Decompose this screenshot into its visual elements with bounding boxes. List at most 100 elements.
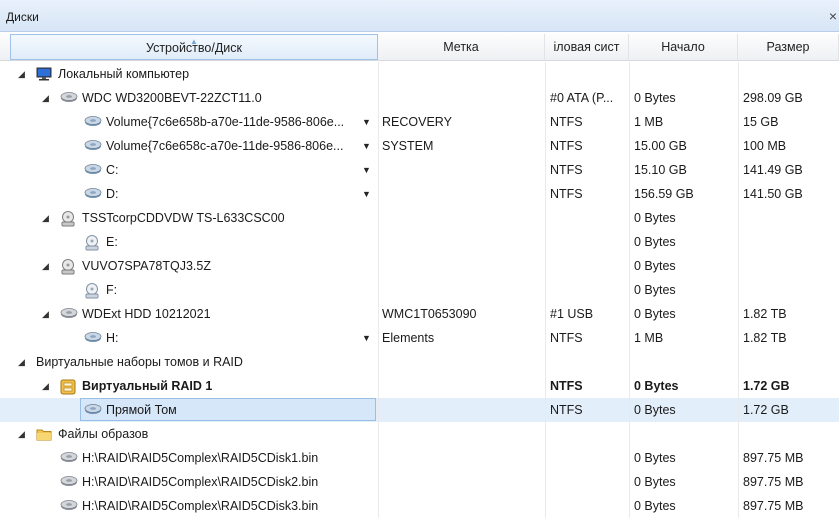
- volume-dropdown-icon[interactable]: ▼: [362, 326, 371, 350]
- tree-row[interactable]: E: 0 Bytes: [0, 230, 839, 254]
- cell-fs: NTFS: [550, 187, 583, 201]
- optical-drive-icon: [60, 211, 76, 227]
- cell-fs: NTFS: [550, 139, 583, 153]
- tree-row[interactable]: ◢ Локальный компьютер: [0, 62, 839, 86]
- expand-collapse-icon[interactable]: ◢: [42, 374, 49, 398]
- expand-collapse-icon[interactable]: ◢: [42, 302, 49, 326]
- expand-collapse-icon[interactable]: ◢: [18, 422, 25, 446]
- column-divider: [738, 134, 739, 158]
- panel-title: Диски: [6, 10, 39, 24]
- volume-dropdown-icon[interactable]: ▼: [362, 158, 371, 182]
- cell-size: 141.50 GB: [743, 187, 803, 201]
- cell-size: 141.49 GB: [743, 163, 803, 177]
- device-name: H:\RAID\RAID5Complex\RAID5CDisk3.bin: [82, 499, 319, 513]
- device-name: Прямой Том: [106, 403, 177, 417]
- expand-collapse-icon[interactable]: ◢: [18, 350, 25, 374]
- column-divider: [378, 398, 379, 422]
- cell-start: 0 Bytes: [634, 91, 676, 105]
- cell-start: 0 Bytes: [634, 403, 676, 417]
- column-divider: [738, 470, 739, 494]
- column-divider: [545, 350, 546, 374]
- cell-size: 897.75 MB: [743, 451, 804, 465]
- cell-label: [382, 254, 542, 278]
- volume-dropdown-icon[interactable]: ▼: [362, 134, 371, 158]
- column-divider: [545, 494, 546, 518]
- tree-row[interactable]: ◢ VUVO7SPA78TQJ3.5Z 0 Bytes: [0, 254, 839, 278]
- column-divider: [629, 86, 630, 110]
- tree-row[interactable]: Прямой Том NTFS 0 Bytes 1.72 GB: [0, 398, 839, 422]
- tree-row[interactable]: Volume{7c6e658c-a70e-11de-9586-806e... ▼ S…: [0, 134, 839, 158]
- optical-drive-icon: [60, 259, 76, 275]
- tree-row[interactable]: H:\RAID\RAID5Complex\RAID5CDisk1.bin 0 By…: [0, 446, 839, 470]
- tree-row[interactable]: F: 0 Bytes: [0, 278, 839, 302]
- optical-volume-icon: [84, 283, 100, 299]
- column-divider: [378, 350, 379, 374]
- hard-disk-icon: [60, 91, 78, 105]
- tree-row[interactable]: ◢ Файлы образов: [0, 422, 839, 446]
- column-divider: [738, 350, 739, 374]
- cell-start: 156.59 GB: [634, 187, 694, 201]
- column-divider: [378, 86, 379, 110]
- column-divider: [738, 62, 739, 86]
- hard-disk-icon: [60, 307, 78, 321]
- column-header-start[interactable]: Начало: [629, 34, 738, 60]
- column-divider: [629, 182, 630, 206]
- tree-row[interactable]: D: ▼ NTFS 156.59 GB 141.50 GB: [0, 182, 839, 206]
- close-icon[interactable]: ×: [829, 8, 837, 24]
- cell-fs: [550, 350, 628, 374]
- tree-row[interactable]: ◢ TSSTcorpCDDVDW TS-L633CSC00 0 Bytes: [0, 206, 839, 230]
- column-divider: [378, 62, 379, 86]
- volume-dropdown-icon[interactable]: ▼: [362, 110, 371, 134]
- column-divider: [629, 110, 630, 134]
- tree-row[interactable]: Volume{7c6e658b-a70e-11de-9586-806e... ▼ R…: [0, 110, 839, 134]
- column-divider: [738, 494, 739, 518]
- tree-row[interactable]: ◢ WDC WD3200BEVT-22ZCT11.0 #0 ATA (P... 0 B…: [0, 86, 839, 110]
- column-header-filesystem[interactable]: іловая сист: [545, 34, 629, 60]
- optical-volume-icon: [84, 235, 100, 251]
- tree-row[interactable]: H:\RAID\RAID5Complex\RAID5CDisk2.bin 0 By…: [0, 470, 839, 494]
- cell-label: [382, 158, 542, 182]
- column-divider: [738, 326, 739, 350]
- cell-size: 1.82 TB: [743, 331, 787, 345]
- expand-collapse-icon[interactable]: ◢: [42, 254, 49, 278]
- column-header-device[interactable]: ▲ Устройство/Диск: [10, 34, 378, 60]
- column-header-label[interactable]: Метка: [378, 34, 545, 60]
- expand-collapse-icon[interactable]: ◢: [42, 206, 49, 230]
- tree-row[interactable]: ◢ WDExt HDD 10212021 WMC1T0653090 #1 USB 0 B…: [0, 302, 839, 326]
- column-divider: [545, 302, 546, 326]
- expand-collapse-icon[interactable]: ◢: [18, 62, 25, 86]
- column-divider: [378, 470, 379, 494]
- tree-row[interactable]: H:\RAID\RAID5Complex\RAID5CDisk3.bin 0 By…: [0, 494, 839, 518]
- tree-row[interactable]: ◢ Виртуальный RAID 1 NTFS 0 Bytes 1.72 GB: [0, 374, 839, 398]
- volume-dropdown-icon[interactable]: ▼: [362, 182, 371, 206]
- column-divider: [738, 374, 739, 398]
- cell-fs: [550, 494, 628, 518]
- tree-row[interactable]: C: ▼ NTFS 15.10 GB 141.49 GB: [0, 158, 839, 182]
- column-divider: [545, 254, 546, 278]
- tree-row[interactable]: ◢ Виртуальные наборы томов и RAID: [0, 350, 839, 374]
- cell-size: [743, 278, 838, 302]
- cell-start: 0 Bytes: [634, 451, 676, 465]
- cell-fs: NTFS: [550, 379, 583, 393]
- column-divider: [378, 206, 379, 230]
- column-divider: [629, 254, 630, 278]
- cell-size: [743, 230, 838, 254]
- column-divider: [738, 446, 739, 470]
- cell-start: 0 Bytes: [634, 499, 676, 513]
- column-divider: [545, 326, 546, 350]
- cell-label: WMC1T0653090: [382, 307, 477, 321]
- column-divider: [378, 446, 379, 470]
- expand-collapse-icon[interactable]: ◢: [42, 86, 49, 110]
- column-divider: [629, 446, 630, 470]
- tree-row[interactable]: H: ▼ Elements NTFS 1 MB 1.82 TB: [0, 326, 839, 350]
- cell-size: 897.75 MB: [743, 475, 804, 489]
- cell-size: 1.82 TB: [743, 307, 787, 321]
- device-name: H:\RAID\RAID5Complex\RAID5CDisk1.bin: [82, 451, 319, 465]
- device-name: C:: [106, 163, 119, 177]
- column-divider: [378, 326, 379, 350]
- column-divider: [545, 62, 546, 86]
- cell-size: [743, 206, 838, 230]
- column-divider: [629, 374, 630, 398]
- cell-fs: NTFS: [550, 331, 583, 345]
- column-header-size[interactable]: Размер: [738, 34, 839, 60]
